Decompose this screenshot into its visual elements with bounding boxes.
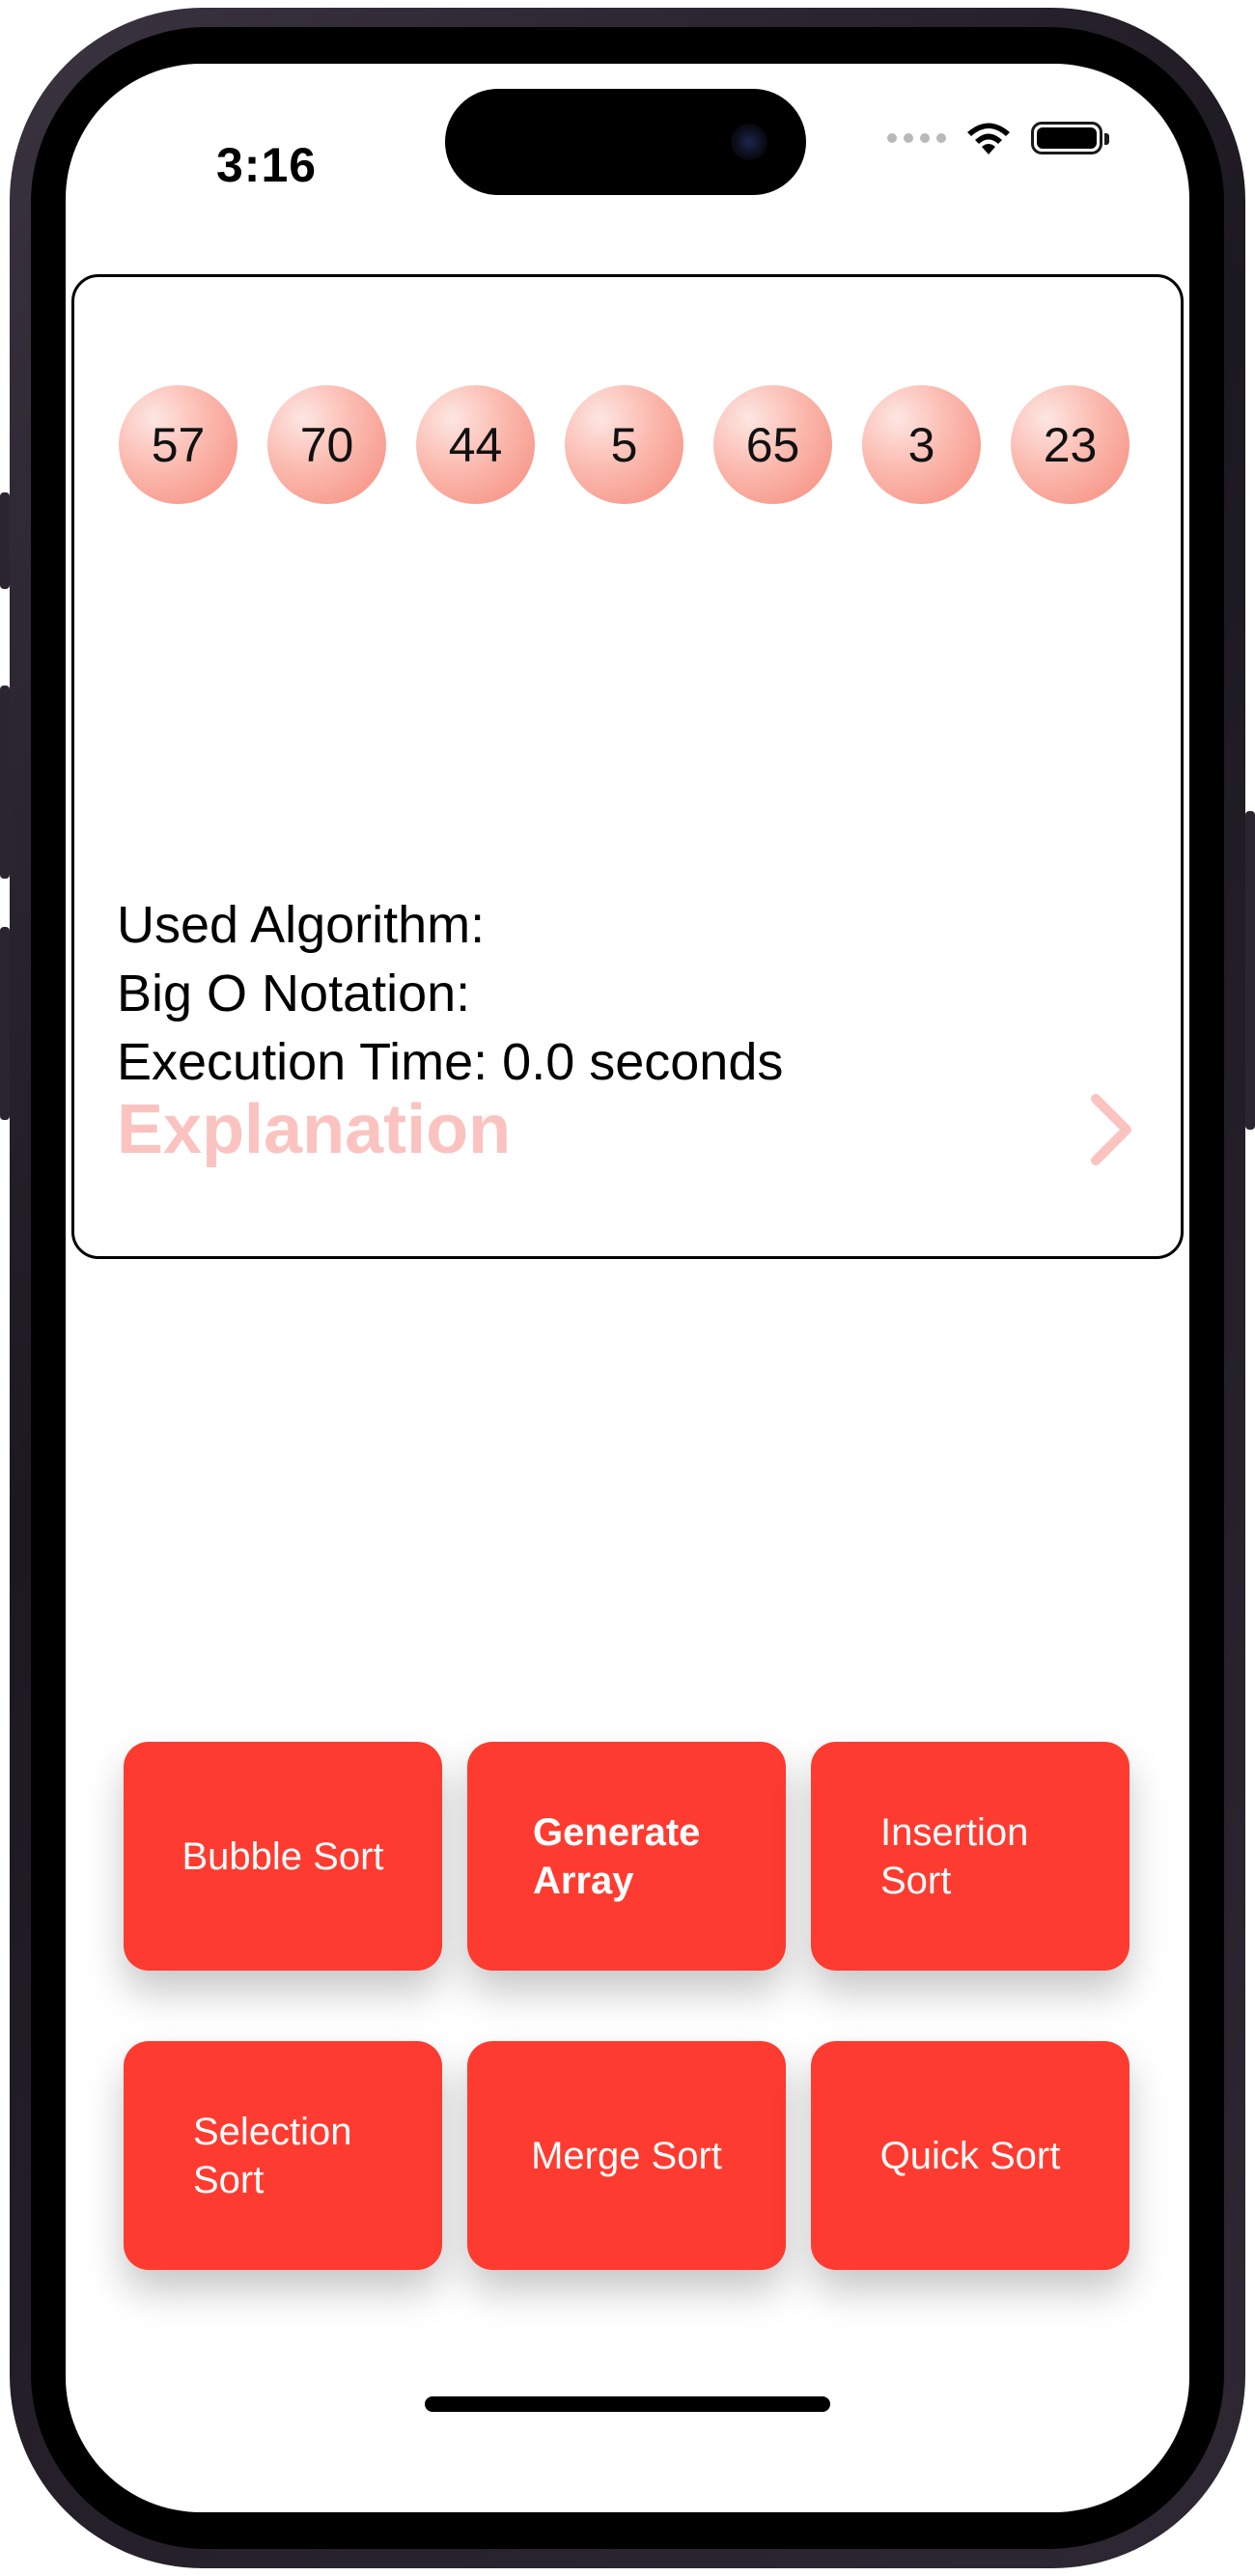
generate-array-button[interactable]: Generate Array (467, 1742, 786, 1971)
array-ball: 65 (713, 385, 832, 504)
array-balls: 57 70 44 5 65 3 23 (119, 385, 1130, 504)
dynamic-island (445, 89, 806, 195)
chevron-right-icon (1091, 1094, 1131, 1165)
home-indicator[interactable] (425, 2396, 830, 2412)
quick-sort-label: Quick Sort (879, 2134, 1061, 2177)
merge-sort-button[interactable]: Merge Sort (467, 2041, 786, 2270)
array-ball: 70 (267, 385, 386, 504)
volume-up-button (0, 686, 10, 879)
explanation-link[interactable]: Explanation (117, 1086, 1140, 1173)
merge-sort-label: Merge Sort (531, 2134, 722, 2177)
volume-down-button (0, 927, 10, 1120)
array-ball: 23 (1011, 385, 1130, 504)
array-ball: 5 (565, 385, 683, 504)
sort-button-grid: Bubble Sort Generate Array Insertion Sor… (124, 1742, 1130, 2270)
insertion-sort-label: Insertion Sort (880, 1810, 1029, 1902)
quick-sort-button[interactable]: Quick Sort (811, 2041, 1130, 2270)
array-ball: 57 (119, 385, 237, 504)
cellular-dots-icon (887, 133, 946, 143)
device: 3:16 57 70 44 5 65 3 23 Used Algorithm: … (0, 0, 1255, 2576)
front-camera (731, 124, 767, 160)
generate-array-label: Generate Array (533, 1810, 701, 1902)
status-icons (887, 120, 1109, 156)
app-screen: 3:16 57 70 44 5 65 3 23 Used Algorithm: … (66, 64, 1189, 2512)
wifi-icon (967, 123, 1010, 154)
array-ball: 44 (416, 385, 535, 504)
selection-sort-button[interactable]: Selection Sort (124, 2041, 442, 2270)
sort-visualizer-card: 57 70 44 5 65 3 23 Used Algorithm: Big O… (71, 274, 1184, 1259)
array-ball: 3 (862, 385, 981, 504)
action-button (0, 492, 10, 589)
insertion-sort-button[interactable]: Insertion Sort (811, 1742, 1130, 1971)
selection-sort-label: Selection Sort (193, 2110, 352, 2201)
bubble-sort-button[interactable]: Bubble Sort (124, 1742, 442, 1971)
battery-icon (1031, 122, 1109, 154)
algorithm-info: Used Algorithm: Big O Notation: Executio… (117, 891, 783, 1097)
bubble-sort-label: Bubble Sort (181, 1834, 384, 1878)
power-button (1245, 811, 1255, 1130)
status-time: 3:16 (216, 138, 318, 192)
used-algorithm-label: Used Algorithm: (117, 896, 486, 954)
explanation-label: Explanation (117, 1091, 512, 1168)
big-o-label: Big O Notation: (117, 965, 471, 1022)
